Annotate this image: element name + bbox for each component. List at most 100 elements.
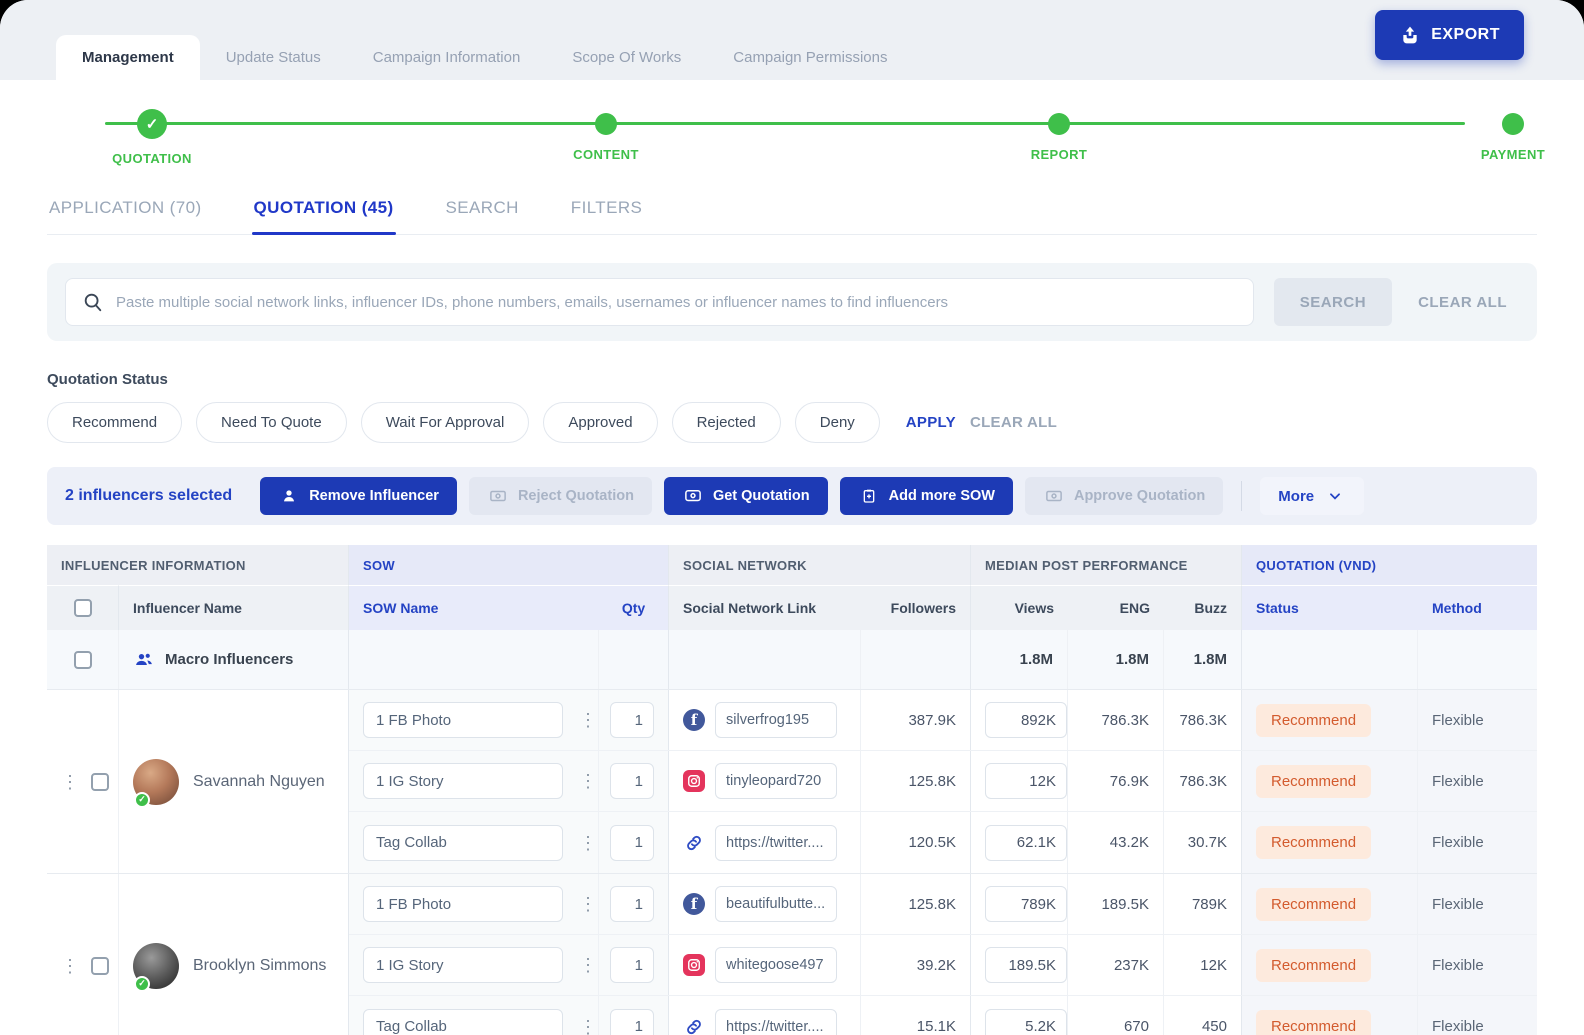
row-kebab-icon[interactable]: ⋮ xyxy=(59,769,81,795)
col-status[interactable]: Status xyxy=(1242,585,1418,630)
col-followers[interactable]: Followers xyxy=(861,585,971,630)
facebook-icon: f xyxy=(683,709,705,731)
group-median-post-performance: MEDIAN POST PERFORMANCE xyxy=(971,545,1242,585)
eng-value: 237K xyxy=(1068,935,1164,995)
remove-influencer-button[interactable]: Remove Influencer xyxy=(260,477,457,515)
col-eng[interactable]: ENG xyxy=(1068,585,1164,630)
chip-rejected[interactable]: Rejected xyxy=(672,402,781,443)
tab-application[interactable]: APPLICATION (70) xyxy=(47,188,204,234)
search-input[interactable] xyxy=(116,294,1237,311)
method-value: Flexible xyxy=(1418,751,1537,811)
tab-quotation[interactable]: QUOTATION (45) xyxy=(252,188,396,234)
sow-kebab-icon[interactable]: ⋮ xyxy=(577,952,599,978)
views-input[interactable] xyxy=(985,886,1067,922)
sow-name-input[interactable] xyxy=(363,947,563,983)
step-report: REPORT xyxy=(989,96,1129,162)
sow-name-input[interactable] xyxy=(363,886,563,922)
social-link-input[interactable] xyxy=(715,886,837,922)
col-method[interactable]: Method xyxy=(1418,585,1537,630)
views-input[interactable] xyxy=(985,1009,1067,1035)
select-all-checkbox[interactable] xyxy=(74,599,92,617)
eng-value: 189.5K xyxy=(1068,874,1164,934)
group-eng: 1.8M xyxy=(1068,630,1164,689)
influencer-row-brooklyn-simmons: ⋮ ✓ Brooklyn Simmons ⋮ f 125.8K 189.5K 7… xyxy=(47,874,1537,1035)
group-buzz: 1.8M xyxy=(1164,630,1242,689)
views-input[interactable] xyxy=(985,702,1067,738)
tab-campaign-information[interactable]: Campaign Information xyxy=(347,35,547,80)
group-checkbox[interactable] xyxy=(74,651,92,669)
approve-quotation-button[interactable]: Approve Quotation xyxy=(1025,477,1223,515)
filters-clear-all-button[interactable]: CLEAR ALL xyxy=(970,414,1057,431)
tab-management[interactable]: Management xyxy=(56,35,200,80)
chip-need-to-quote[interactable]: Need To Quote xyxy=(196,402,347,443)
sow-row: ⋮ 125.8K 76.9K 786.3K Recommend Flexible xyxy=(349,751,1537,812)
col-buzz[interactable]: Buzz xyxy=(1164,585,1242,630)
sow-name-input[interactable] xyxy=(363,702,563,738)
influencer-row-savannah-nguyen: ⋮ ✓ Savannah Nguyen ⋮ f 387.9K 786.3K 78… xyxy=(47,690,1537,874)
row-checkbox[interactable] xyxy=(91,957,109,975)
get-quotation-label: Get Quotation xyxy=(713,488,810,504)
step-quotation: ✓ QUOTATION xyxy=(82,96,222,166)
col-sow-name[interactable]: SOW Name xyxy=(349,585,599,630)
search-button[interactable]: SEARCH xyxy=(1274,278,1392,326)
tab-scope-of-works[interactable]: Scope Of Works xyxy=(546,35,707,80)
export-button[interactable]: EXPORT xyxy=(1375,10,1524,60)
chip-recommend[interactable]: Recommend xyxy=(47,402,182,443)
top-tab-bar: Management Update Status Campaign Inform… xyxy=(0,0,1584,80)
tab-update-status[interactable]: Update Status xyxy=(200,35,347,80)
social-link-input[interactable] xyxy=(715,947,837,983)
sow-kebab-icon[interactable]: ⋮ xyxy=(577,1014,599,1035)
link-icon xyxy=(683,832,705,854)
sow-kebab-icon[interactable]: ⋮ xyxy=(577,768,599,794)
qty-input[interactable] xyxy=(610,763,654,799)
col-qty[interactable]: Qty xyxy=(599,585,669,630)
col-social-network-link[interactable]: Social Network Link xyxy=(669,585,861,630)
social-link-input[interactable] xyxy=(715,763,837,799)
sow-kebab-icon[interactable]: ⋮ xyxy=(577,830,599,856)
step-done-icon: ✓ xyxy=(137,109,167,139)
row-kebab-icon[interactable]: ⋮ xyxy=(59,953,81,979)
tab-campaign-permissions[interactable]: Campaign Permissions xyxy=(707,35,913,80)
social-link-input[interactable] xyxy=(715,1009,837,1035)
sow-kebab-icon[interactable]: ⋮ xyxy=(577,707,599,733)
views-input[interactable] xyxy=(985,947,1067,983)
chip-approved[interactable]: Approved xyxy=(543,402,657,443)
chip-wait-for-approval[interactable]: Wait For Approval xyxy=(361,402,530,443)
sow-name-input[interactable] xyxy=(363,763,563,799)
tab-search[interactable]: SEARCH xyxy=(444,188,521,234)
social-link-input[interactable] xyxy=(715,825,837,861)
col-views[interactable]: Views xyxy=(971,585,1068,630)
clear-all-button[interactable]: CLEAR ALL xyxy=(1418,294,1507,311)
tab-filters[interactable]: FILTERS xyxy=(569,188,644,234)
social-link-input[interactable] xyxy=(715,702,837,738)
add-more-sow-button[interactable]: Add more SOW xyxy=(840,477,1013,515)
qty-input[interactable] xyxy=(610,947,654,983)
views-input[interactable] xyxy=(985,763,1067,799)
influencer-name: Brooklyn Simmons xyxy=(193,957,326,975)
reject-quotation-button[interactable]: Reject Quotation xyxy=(469,477,652,515)
step-label: PAYMENT xyxy=(1481,147,1545,162)
sow-name-input[interactable] xyxy=(363,1009,563,1035)
status-badge: Recommend xyxy=(1256,1010,1371,1035)
selected-count-text: 2 influencers selected xyxy=(65,487,232,505)
qty-input[interactable] xyxy=(610,825,654,861)
apply-button[interactable]: APPLY xyxy=(906,414,956,431)
chip-deny[interactable]: Deny xyxy=(795,402,880,443)
col-influencer-name[interactable]: Influencer Name xyxy=(119,585,349,630)
sow-name-input[interactable] xyxy=(363,825,563,861)
buzz-value: 30.7K xyxy=(1164,812,1242,873)
instagram-icon xyxy=(683,954,705,976)
step-dot-icon xyxy=(595,113,617,135)
qty-input[interactable] xyxy=(610,702,654,738)
row-checkbox[interactable] xyxy=(91,773,109,791)
step-dot-icon xyxy=(1502,113,1524,135)
qty-input[interactable] xyxy=(610,886,654,922)
get-quotation-button[interactable]: Get Quotation xyxy=(664,477,828,515)
instagram-icon xyxy=(683,770,705,792)
views-input[interactable] xyxy=(985,825,1067,861)
qty-input[interactable] xyxy=(610,1009,654,1035)
more-button[interactable]: More xyxy=(1260,477,1364,515)
approve-quotation-label: Approve Quotation xyxy=(1074,488,1205,504)
sow-kebab-icon[interactable]: ⋮ xyxy=(577,891,599,917)
search-box xyxy=(65,278,1254,326)
